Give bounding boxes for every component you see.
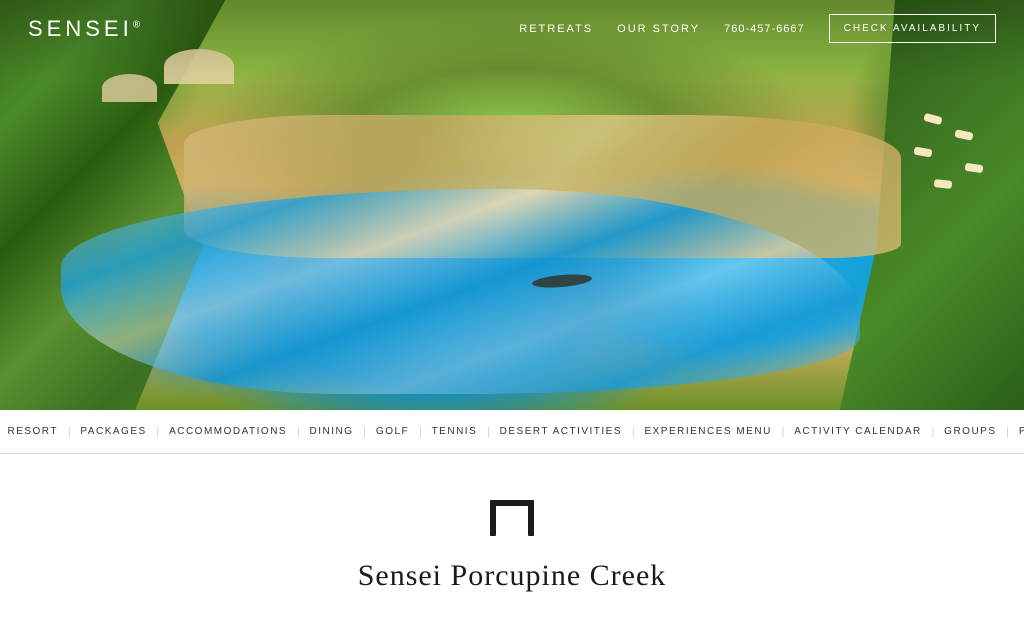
- sub-nav-press[interactable]: PRESS: [1009, 426, 1024, 437]
- nav-our-story[interactable]: OUR STORY: [617, 23, 700, 35]
- sub-nav-accommodations[interactable]: ACCOMMODATIONS: [159, 426, 297, 437]
- nav-retreats[interactable]: RETREATS: [519, 23, 593, 35]
- sensei-logo-mark: [486, 494, 538, 547]
- sub-nav-dining[interactable]: DINING: [300, 426, 364, 437]
- hero-section: SENSEI® RETREATS OUR STORY 760-457-6667 …: [0, 0, 1024, 410]
- nav-phone[interactable]: 760-457-6667: [724, 23, 805, 35]
- sub-nav-experiences-menu[interactable]: EXPERIENCES MENU: [634, 426, 781, 437]
- logo[interactable]: SENSEI®: [28, 16, 144, 42]
- sub-navigation: PORCUPINE CREEK | RESORT | PACKAGES | AC…: [0, 410, 1024, 454]
- sub-nav-packages[interactable]: PACKAGES: [70, 426, 156, 437]
- sub-nav-desert-activities[interactable]: DESERT ACTIVITIES: [490, 426, 632, 437]
- content-area: Sensei Porcupine Creek: [0, 454, 1024, 623]
- nav-right-group: RETREATS OUR STORY 760-457-6667 CHECK AV…: [519, 14, 996, 43]
- sub-nav-activity-calendar[interactable]: ACTIVITY CALENDAR: [784, 426, 932, 437]
- sub-nav-groups[interactable]: GROUPS: [934, 426, 1006, 437]
- sub-nav-golf[interactable]: GOLF: [366, 426, 419, 437]
- sub-nav-tennis[interactable]: TENNIS: [422, 426, 488, 437]
- property-title: Sensei Porcupine Creek: [358, 559, 667, 593]
- check-availability-button[interactable]: CHECK AVAILABILITY: [829, 14, 996, 43]
- sub-nav-resort[interactable]: RESORT: [0, 426, 68, 437]
- top-navigation: SENSEI® RETREATS OUR STORY 760-457-6667 …: [0, 0, 1024, 57]
